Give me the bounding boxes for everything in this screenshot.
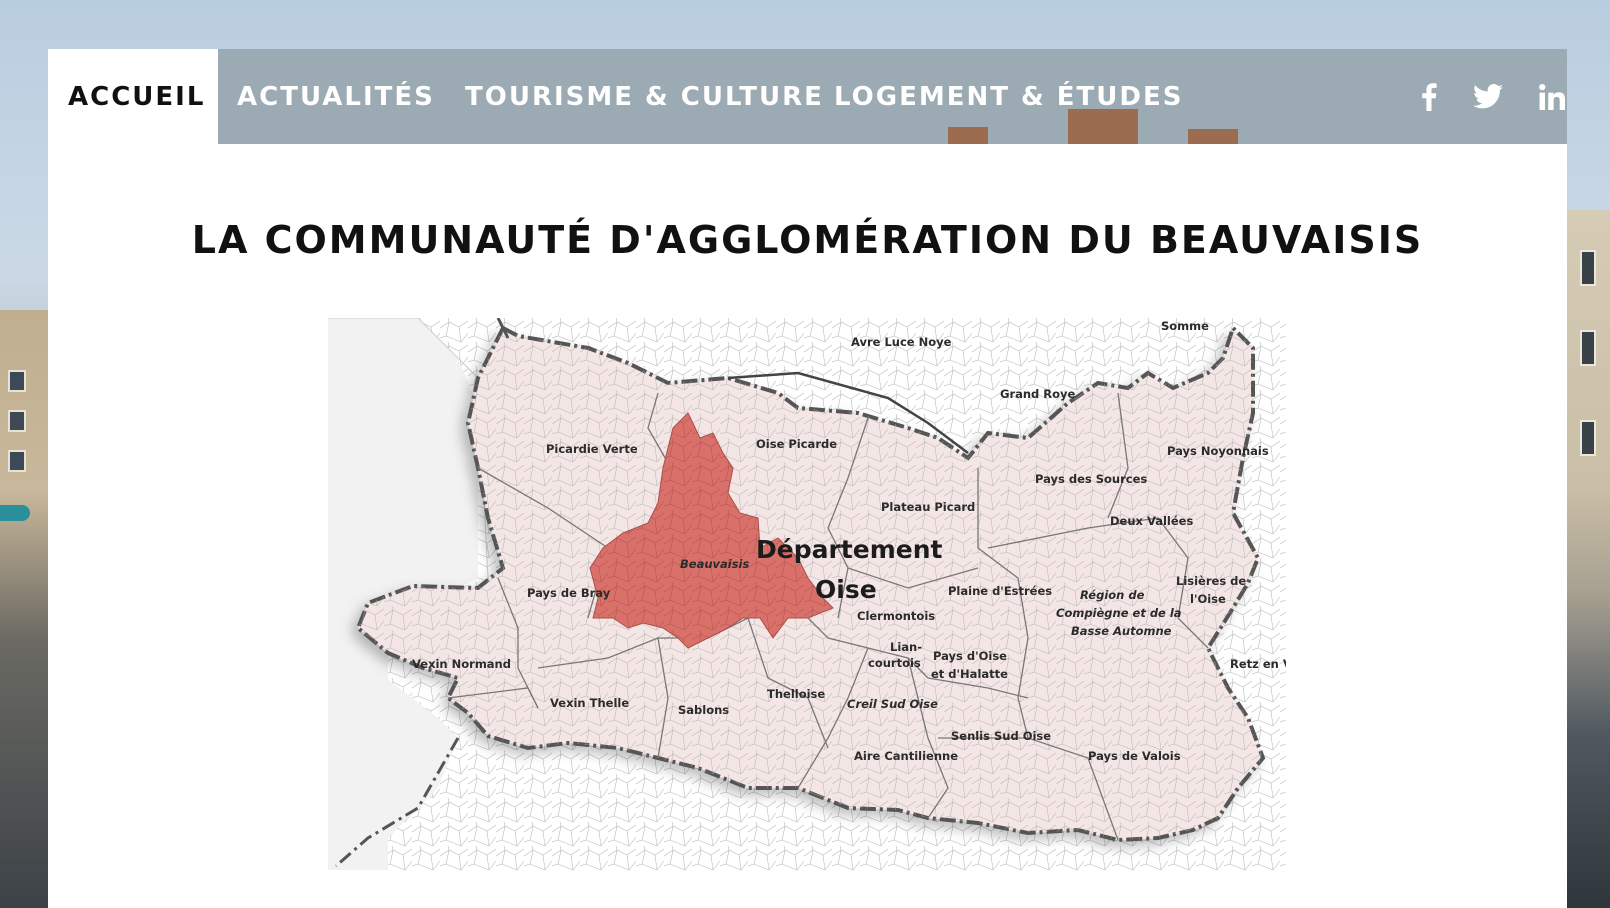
map-label: Compiègne et de la bbox=[1056, 606, 1182, 620]
map-label: Deux Vallées bbox=[1110, 514, 1193, 528]
map-label: Oise Picarde bbox=[756, 437, 837, 451]
map-label: Pays des Sources bbox=[1035, 472, 1147, 486]
background-building-right bbox=[1566, 210, 1610, 908]
map-label: Lisières de bbox=[1176, 574, 1246, 588]
twitter-icon[interactable] bbox=[1468, 49, 1508, 144]
map-label: Basse Automne bbox=[1071, 624, 1172, 638]
map-label: Plaine d'Estrées bbox=[948, 584, 1052, 598]
department-label: Département bbox=[756, 535, 943, 564]
background-building-left bbox=[0, 310, 48, 908]
map-label: Vexin Thelle bbox=[550, 696, 629, 710]
map-label: Pays d'Oise bbox=[933, 649, 1007, 663]
linkedin-icon[interactable] bbox=[1532, 49, 1572, 144]
map-label: Vexin Normand bbox=[412, 657, 511, 671]
map-label: Région de bbox=[1080, 588, 1145, 602]
map-label: Retz en Val bbox=[1230, 657, 1286, 671]
nav-item-logement-etudes[interactable]: LOGEMENT & ÉTUDES bbox=[834, 49, 1183, 144]
map-label: Senlis Sud Oise bbox=[951, 729, 1051, 743]
map-label: Aire Cantilienne bbox=[854, 749, 958, 763]
page-title: LA COMMUNAUTÉ D'AGGLOMÉRATION DU BEAUVAI… bbox=[191, 218, 1424, 262]
building-window bbox=[8, 450, 26, 472]
map-label: Pays de Valois bbox=[1088, 749, 1181, 763]
map-label: Sablons bbox=[678, 703, 729, 717]
map-label: Grand Roye bbox=[1000, 387, 1076, 401]
nav-item-tourisme-culture[interactable]: TOURISME & CULTURE bbox=[465, 49, 824, 144]
map-label: Picardie Verte bbox=[546, 442, 638, 456]
map-label: Creil Sud Oise bbox=[847, 697, 938, 711]
top-navigation: ACCUEIL ACTUALITÉS TOURISME & CULTURE LO… bbox=[48, 49, 1567, 144]
map-label: Pays de Bray bbox=[527, 586, 611, 600]
map-label: Beauvaisis bbox=[680, 557, 749, 571]
map-label: Pays Noyonnais bbox=[1167, 444, 1269, 458]
building-window bbox=[1580, 330, 1596, 366]
map-label: l'Oise bbox=[1190, 592, 1226, 606]
map-label: Avre Luce Noye bbox=[851, 335, 952, 349]
cafe-awning bbox=[0, 505, 30, 521]
map-label: courtois bbox=[868, 656, 921, 670]
map-label: et d'Halatte bbox=[931, 667, 1008, 681]
map-label: Clermontois bbox=[857, 609, 935, 623]
map-label: Somme bbox=[1161, 319, 1209, 333]
nav-item-actualites[interactable]: ACTUALITÉS bbox=[237, 49, 435, 144]
building-window bbox=[1580, 420, 1596, 456]
map-label: Thelloise bbox=[767, 687, 825, 701]
nav-item-accueil[interactable]: ACCUEIL bbox=[48, 49, 218, 144]
background-roof bbox=[1188, 129, 1238, 144]
building-window bbox=[1580, 250, 1596, 286]
map-label: Lian- bbox=[890, 640, 922, 654]
building-window bbox=[8, 370, 26, 392]
oise-department-map: Avre Luce Noye Somme Grand Roye Picardie… bbox=[328, 318, 1286, 870]
map-label: Plateau Picard bbox=[881, 500, 975, 514]
department-label: Oise bbox=[815, 575, 877, 604]
building-window bbox=[8, 410, 26, 432]
facebook-icon[interactable] bbox=[1409, 49, 1449, 144]
